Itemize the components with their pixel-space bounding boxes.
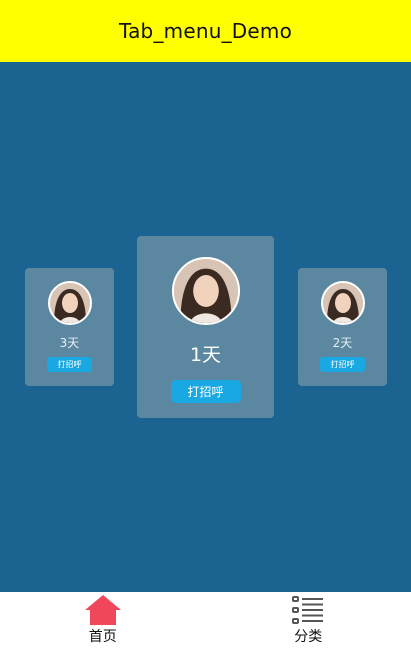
nav-item-home[interactable]: 首页 xyxy=(0,592,206,653)
avatar-photo-icon xyxy=(173,259,238,323)
profile-card-right[interactable]: 2天 打招呼 xyxy=(298,268,387,386)
bottom-nav: 首页 分类 xyxy=(0,592,411,653)
nav-label-home: 首页 xyxy=(88,629,117,645)
avatar xyxy=(320,281,365,325)
avatar-photo-icon xyxy=(49,283,90,323)
app-bar: Tab_menu_Demo xyxy=(0,0,411,62)
days-label: 3天 xyxy=(59,336,80,350)
profile-card-left[interactable]: 3天 打招呼 xyxy=(25,268,114,386)
days-label: 2天 xyxy=(332,336,353,350)
greet-button[interactable]: 打招呼 xyxy=(320,357,365,372)
avatar xyxy=(47,281,92,325)
greet-button[interactable]: 打招呼 xyxy=(170,380,241,403)
list-icon xyxy=(291,594,325,626)
greet-button[interactable]: 打招呼 xyxy=(47,357,92,372)
home-icon xyxy=(84,594,122,626)
nav-label-category: 分类 xyxy=(294,629,323,645)
profile-card-center[interactable]: 1天 打招呼 xyxy=(137,236,274,418)
days-label: 1天 xyxy=(189,344,222,366)
nav-item-category[interactable]: 分类 xyxy=(206,592,411,653)
card-carousel[interactable]: 3天 打招呼 1天 打招呼 2天 打招呼 xyxy=(0,62,411,592)
app-title: Tab_menu_Demo xyxy=(118,19,293,43)
avatar xyxy=(171,257,240,325)
avatar-photo-icon xyxy=(322,283,363,323)
